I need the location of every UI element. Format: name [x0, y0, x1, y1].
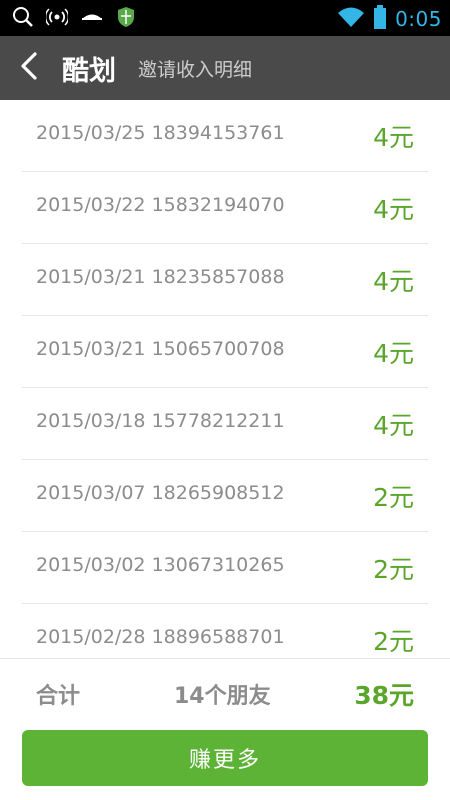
- signal-broadcast-icon: [44, 6, 70, 32]
- record-info: 2015/03/21 18235857088: [36, 266, 285, 288]
- record-phone: 15778212211: [151, 410, 285, 432]
- record-date: 2015/03/07: [36, 482, 146, 504]
- record-date: 2015/03/21: [36, 266, 146, 288]
- record-amount: 4元: [373, 195, 414, 224]
- list-item: 2015/03/21 18235857088 4元: [22, 244, 428, 316]
- record-phone: 18235857088: [151, 266, 285, 288]
- record-date: 2015/03/02: [36, 554, 146, 576]
- record-amount: 2元: [373, 483, 414, 512]
- record-date: 2015/03/18: [36, 410, 146, 432]
- page-title: 邀请收入明细: [138, 58, 253, 81]
- friends-count: 14个朋友: [174, 684, 271, 709]
- record-amount: 4元: [373, 339, 414, 368]
- battery-icon: [373, 4, 387, 34]
- record-info: 2015/03/18 15778212211: [36, 410, 285, 432]
- list-item: 2015/03/18 15778212211 4元: [22, 388, 428, 460]
- income-list[interactable]: 2015/03/25 18394153761 4元 2015/03/22 158…: [0, 100, 450, 658]
- record-info: 2015/03/22 15832194070: [36, 194, 285, 216]
- record-info: 2015/03/25 18394153761: [36, 122, 285, 144]
- record-date: 2015/03/21: [36, 338, 146, 360]
- wifi-icon: [337, 5, 365, 33]
- system-icons: 0:05: [337, 4, 442, 34]
- summary-bar: 合计 14个朋友 38元: [0, 660, 450, 728]
- record-amount: 4元: [373, 267, 414, 296]
- earn-more-button[interactable]: 赚更多: [22, 730, 428, 786]
- record-phone: 15832194070: [151, 194, 285, 216]
- divider: [0, 658, 450, 659]
- search-icon: [12, 6, 34, 32]
- clock: 0:05: [395, 7, 442, 31]
- record-amount: 2元: [373, 555, 414, 584]
- list-item: 2015/03/21 15065700708 4元: [22, 316, 428, 388]
- list-item: 2015/03/25 18394153761 4元: [22, 100, 428, 172]
- list-item: 2015/03/02 13067310265 2元: [22, 532, 428, 604]
- record-phone: 15065700708: [151, 338, 285, 360]
- app-title: 酷划: [62, 55, 116, 87]
- list-item: 2015/03/22 15832194070 4元: [22, 172, 428, 244]
- list-item: 2015/03/07 18265908512 2元: [22, 460, 428, 532]
- record-info: 2015/02/28 18896588701: [36, 626, 285, 648]
- record-date: 2015/02/28: [36, 626, 146, 648]
- record-info: 2015/03/07 18265908512: [36, 482, 285, 504]
- back-button[interactable]: [0, 36, 58, 100]
- record-amount: 2元: [373, 627, 414, 656]
- record-phone: 18896588701: [151, 626, 285, 648]
- status-bar: 0:05: [0, 0, 450, 36]
- record-phone: 18394153761: [151, 122, 285, 144]
- action-bar: 酷划 邀请收入明细: [0, 36, 450, 100]
- total-amount: 38元: [354, 681, 414, 710]
- record-date: 2015/03/25: [36, 122, 146, 144]
- record-phone: 13067310265: [151, 554, 285, 576]
- record-amount: 4元: [373, 123, 414, 152]
- summary-label: 合计: [36, 684, 81, 709]
- list-item: 2015/02/28 18896588701 2元: [22, 604, 428, 658]
- notification-icons: [12, 6, 136, 32]
- record-amount: 4元: [373, 411, 414, 440]
- chevron-left-icon: [19, 51, 39, 85]
- record-info: 2015/03/02 13067310265: [36, 554, 285, 576]
- cloud-icon: [80, 6, 104, 32]
- record-phone: 18265908512: [151, 482, 285, 504]
- record-date: 2015/03/22: [36, 194, 146, 216]
- shield-icon: [116, 6, 136, 32]
- record-info: 2015/03/21 15065700708: [36, 338, 285, 360]
